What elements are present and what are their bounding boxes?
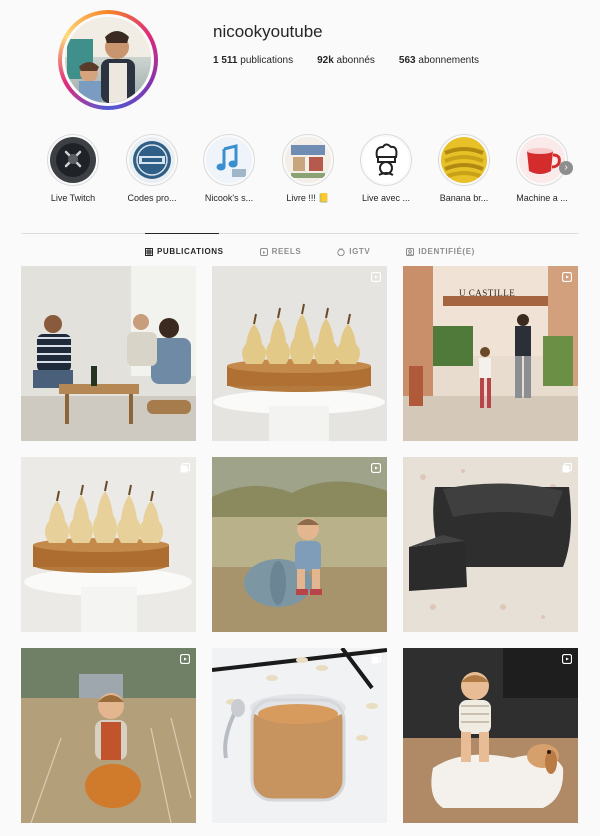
post-black-cake[interactable] (403, 457, 578, 632)
multi-icon (562, 463, 572, 473)
grid-icon (145, 247, 153, 256)
highlight-label: Livre !!! 📒 (286, 193, 330, 203)
tab-label: PUBLICATIONS (157, 247, 224, 256)
profile-avatar-ring[interactable] (58, 10, 158, 110)
coffee-cup-icon (519, 137, 565, 183)
followers-stat[interactable]: 92k abonnés (317, 55, 375, 66)
post-friends-toasting[interactable] (21, 266, 196, 441)
profile-avatar (62, 14, 154, 106)
following-label: abonnements (418, 55, 479, 66)
tab-label: IGTV (349, 247, 371, 256)
following-stat[interactable]: 563 abonnements (399, 55, 479, 66)
reel-icon (371, 272, 381, 282)
tab-tagged[interactable]: IDENTIFIÉ(E) (406, 247, 475, 256)
reel-icon (562, 272, 572, 282)
highlight-label: Banana br... (439, 193, 489, 203)
highlight-banana-bread[interactable]: Banana br... (427, 134, 501, 203)
post-peanut-butter-jar[interactable] (212, 648, 387, 823)
tab-label: REELS (271, 247, 302, 256)
post-toddler-dog[interactable] (403, 648, 578, 823)
publications-stat[interactable]: 1 511 publications (213, 55, 293, 66)
highlight-circle (438, 134, 490, 186)
publications-count: 1 511 (213, 55, 238, 66)
story-highlights: Live Twitch Codes pro... Nicook's s... L… (40, 134, 580, 204)
multi-icon (371, 654, 381, 664)
reels-icon (259, 247, 268, 256)
post-toddler-field[interactable] (21, 648, 196, 823)
nicook-logo (129, 137, 175, 183)
tab-publications[interactable]: PUBLICATIONS (145, 247, 224, 256)
avatar-photo (65, 17, 151, 103)
highlight-codes-promo[interactable]: Codes pro... (115, 134, 189, 203)
highlight-live-twitch[interactable]: Live Twitch (36, 134, 110, 203)
post-pear-tart[interactable] (212, 266, 387, 441)
highlight-circle (203, 134, 255, 186)
post-toddler-pumpkin[interactable] (212, 457, 387, 632)
shop-sign-text: U CASTILLE (459, 288, 516, 298)
highlight-live-avec[interactable]: Live avec ... (349, 134, 423, 203)
tabs-divider (22, 233, 578, 234)
followers-count: 92k (317, 55, 334, 66)
reel-icon (180, 654, 190, 664)
active-tab-indicator (145, 233, 219, 234)
following-count: 563 (398, 55, 416, 66)
profile-tabs: PUBLICATIONS REELS IGTV IDENTIFIÉ(E) (145, 247, 511, 256)
highlight-label: Machine a ... (516, 193, 568, 203)
post-pear-tart-cakestand[interactable] (21, 457, 196, 632)
chef-hat-icon (363, 137, 409, 183)
book-icon (285, 137, 331, 183)
post-u-castille-street[interactable]: U CASTILLE (403, 266, 578, 441)
highlight-circle (516, 134, 568, 186)
publications-label: publications (240, 55, 294, 66)
tab-label: IDENTIFIÉ(E) (418, 247, 475, 256)
highlight-label: Nicook's s... (204, 193, 254, 203)
highlight-circle (282, 134, 334, 186)
music-note-icon (206, 137, 252, 183)
highlight-label: Codes pro... (127, 193, 177, 203)
highlight-nicooks-songs[interactable]: Nicook's s... (192, 134, 266, 203)
highlight-label: Live avec ... (361, 193, 411, 203)
twitch-icon (50, 137, 96, 183)
highlight-livre[interactable]: Livre !!! 📒 (271, 134, 345, 204)
reel-icon (371, 463, 381, 473)
tagged-icon (406, 247, 415, 256)
highlight-label: Live Twitch (50, 193, 96, 203)
tab-reels[interactable]: REELS (259, 247, 302, 256)
profile-stats: 1 511 publications 92k abonnés 563 abonn… (213, 55, 479, 66)
igtv-icon (337, 247, 345, 256)
multi-icon (180, 463, 190, 473)
followers-label: abonnés (336, 55, 375, 66)
highlights-next-button[interactable]: › (559, 161, 573, 175)
banana-icon (441, 137, 487, 183)
reel-icon (562, 654, 572, 664)
highlight-circle (360, 134, 412, 186)
highlight-circle (126, 134, 178, 186)
highlight-circle (47, 134, 99, 186)
profile-username: nicookyoutube (213, 22, 323, 41)
tab-igtv[interactable]: IGTV (337, 247, 370, 256)
